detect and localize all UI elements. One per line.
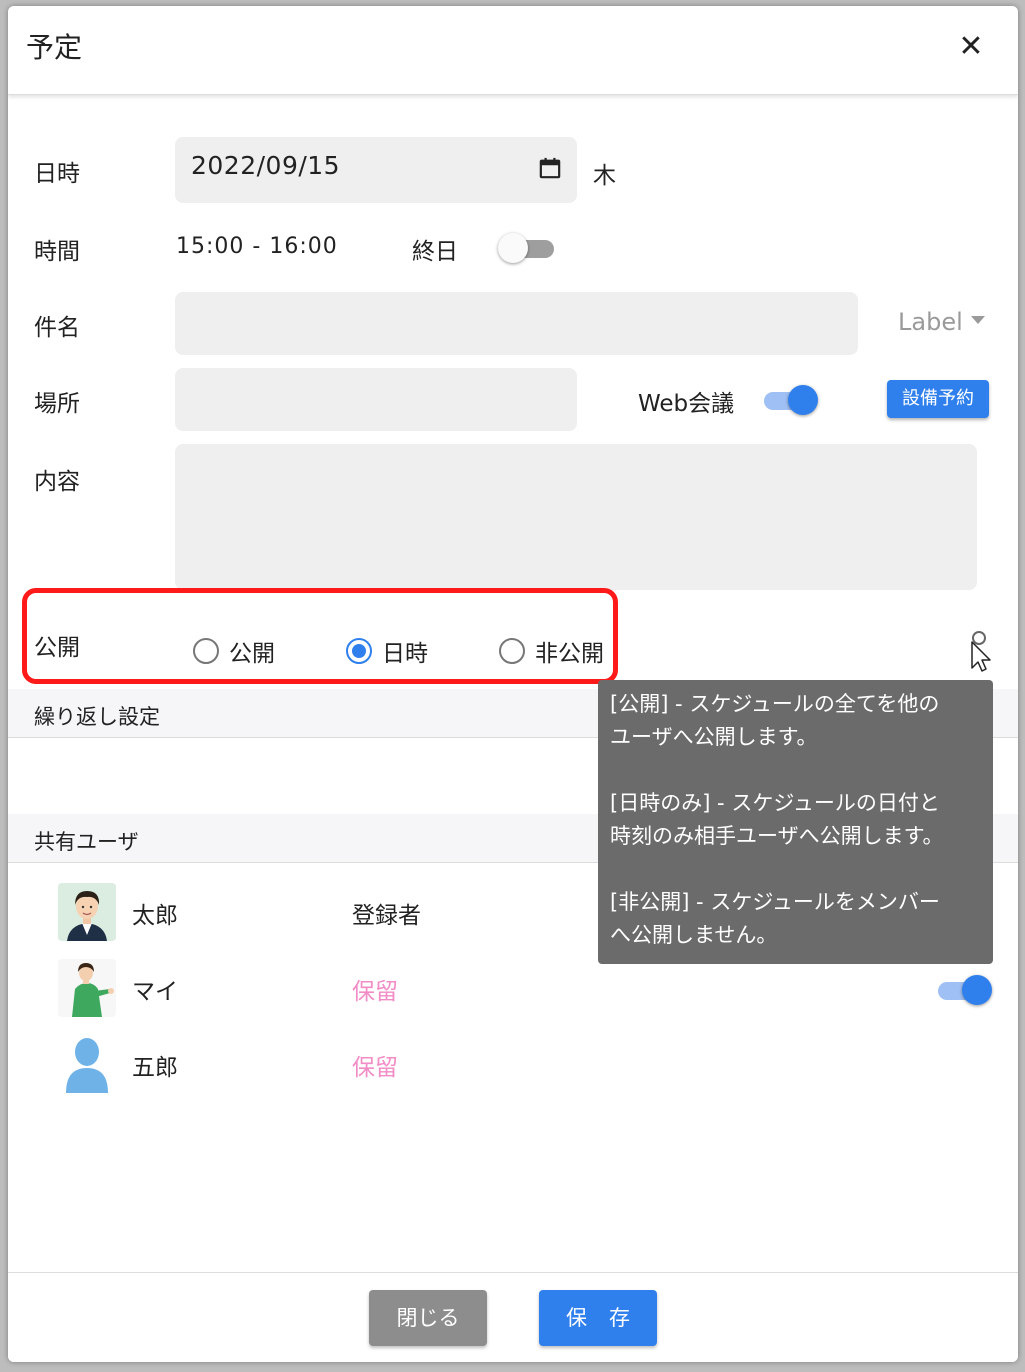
radio-circle [499, 638, 525, 664]
tooltip-line: 時刻のみ相手ユーザへ公開します。 [610, 824, 944, 848]
allday-label: 終日 [412, 239, 458, 265]
repeat-section-title: 繰り返し設定 [34, 705, 160, 729]
time-label: 時間 [34, 239, 80, 265]
close-icon[interactable]: ✕ [956, 32, 986, 62]
tooltip-line: [日時のみ] - スケジュールの日付と [610, 791, 940, 815]
content-label: 内容 [34, 469, 80, 495]
weekday-text: 木 [593, 163, 616, 189]
radio-private[interactable]: 非公開 [499, 634, 604, 668]
date-value: 2022/09/15 [191, 151, 341, 180]
close-button[interactable]: 閉じる [369, 1290, 487, 1346]
user-name: マイ [132, 979, 178, 1005]
user-name: 五郎 [132, 1055, 178, 1081]
tooltip-line: [非公開] - スケジュールをメンバー [610, 890, 940, 914]
schedule-dialog: 予定 ✕ 日時 2022/09/15 木 時間 15:00 - 16:00 終日… [8, 6, 1018, 1362]
facility-booking-button[interactable]: 設備予約 [887, 380, 989, 418]
radio-datetime[interactable]: 日時 [346, 634, 428, 668]
avatar-woman-icon [58, 959, 116, 1017]
radio-circle-selected [346, 638, 372, 664]
label-dropdown[interactable]: Label [898, 308, 985, 336]
avatar-taro [58, 883, 116, 941]
person-icon [66, 1038, 108, 1093]
place-label: 場所 [34, 391, 80, 417]
content-textarea[interactable] [175, 444, 977, 590]
avatar-man-icon [58, 883, 116, 941]
label-dropdown-text: Label [898, 308, 963, 336]
webmeeting-label: Web会議 [638, 391, 735, 417]
avatar-mai [58, 959, 116, 1017]
allday-toggle-knob [498, 233, 528, 263]
tooltip-line: [公開] - スケジュールの全てを他の [610, 692, 940, 716]
tooltip-line: へ公開しません。 [610, 923, 778, 947]
time-value[interactable]: 15:00 - 16:00 [176, 234, 338, 259]
subject-label: 件名 [34, 315, 80, 341]
user-name: 太郎 [132, 903, 178, 929]
radio-private-label: 非公開 [535, 641, 604, 667]
user-status-pending: 保留 [352, 979, 398, 1005]
help-cursor-icon[interactable] [966, 630, 996, 672]
user-mai-toggle[interactable] [934, 975, 992, 1005]
visibility-help-tooltip: [公開] - スケジュールの全てを他の ユーザへ公開します。 [日時のみ] - … [598, 680, 993, 964]
shared-users-title: 共有ユーザ [34, 830, 139, 854]
radio-circle [193, 638, 219, 664]
visibility-label: 公開 [34, 635, 80, 661]
date-label: 日時 [34, 161, 80, 187]
avatar-goro [58, 1035, 116, 1093]
calendar-icon[interactable] [539, 157, 561, 179]
save-button[interactable]: 保存 [539, 1290, 657, 1346]
webmeeting-toggle[interactable] [760, 385, 818, 415]
radio-datetime-label: 日時 [382, 641, 428, 667]
user-status: 登録者 [352, 903, 421, 929]
allday-toggle[interactable] [498, 233, 556, 263]
user-toggle-knob [962, 975, 992, 1005]
subject-input[interactable] [175, 292, 858, 355]
radio-public[interactable]: 公開 [193, 634, 275, 668]
webmeeting-toggle-knob [788, 385, 818, 415]
chevron-down-icon [970, 316, 985, 324]
dialog-header: 予定 ✕ [8, 6, 1018, 95]
date-input[interactable]: 2022/09/15 [175, 137, 577, 203]
dialog-title: 予定 [26, 31, 83, 64]
tooltip-line: ユーザへ公開します。 [610, 725, 818, 749]
dialog-footer: 閉じる 保存 [8, 1272, 1018, 1362]
radio-public-label: 公開 [229, 641, 275, 667]
place-input[interactable] [175, 368, 577, 431]
user-status-pending: 保留 [352, 1055, 398, 1081]
